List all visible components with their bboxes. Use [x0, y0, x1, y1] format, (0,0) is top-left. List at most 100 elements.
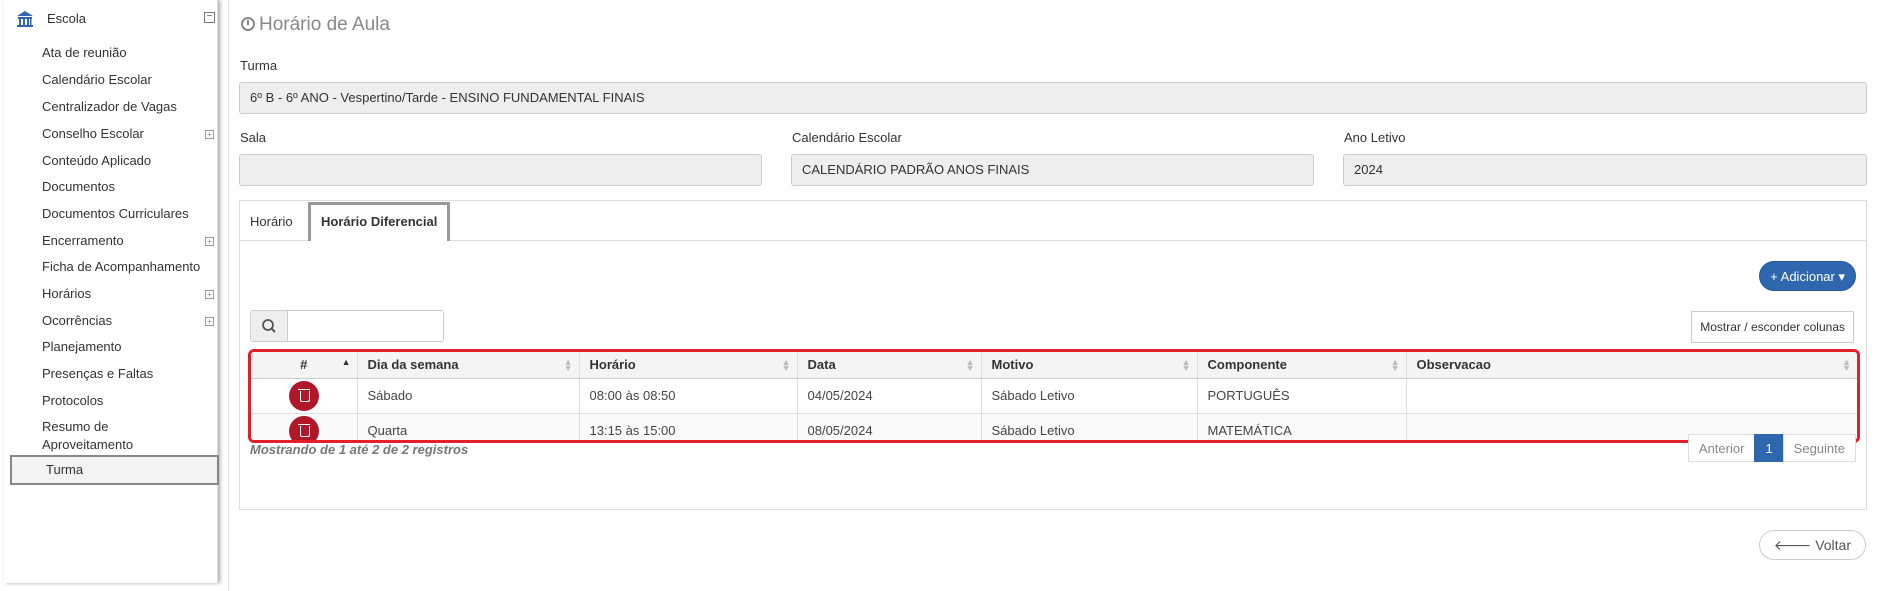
sidebar-item-label: Ficha de Acompanhamento [42, 259, 201, 274]
expand-icon[interactable]: + [205, 290, 214, 299]
sort-icon: ▲ ▼ [1181, 357, 1191, 373]
sidebar-item[interactable]: Resumo de Aproveitamento [42, 418, 142, 454]
column-header-horario[interactable]: Horário ▲ ▼ [579, 352, 798, 379]
sidebar-item[interactable]: Ata de reunião [42, 44, 214, 62]
sidebar-item[interactable]: Documentos Curriculares [42, 205, 214, 223]
sort-icon: ▲ ▼ [1842, 357, 1851, 373]
column-header-label: Horário [589, 357, 636, 373]
column-header-label: Data [807, 357, 836, 373]
sidebar-item-label: Protocolos [42, 393, 104, 408]
sidebar-item[interactable]: Conselho Escolar + [42, 125, 214, 143]
table-cell-data: 08/05/2024 [797, 413, 982, 440]
sidebar-item[interactable]: Encerramento + [42, 232, 214, 250]
sidebar-item[interactable]: Horários + [42, 285, 214, 303]
tab-bar: Horário Horário Diferencial [240, 201, 1866, 242]
tab-horario-diferencial[interactable]: Horário Diferencial [308, 202, 451, 242]
sidebar-item-label: Conteúdo Aplicado [42, 153, 152, 168]
sala-label: Sala [240, 130, 267, 145]
sidebar-item-label: Horários [42, 286, 92, 301]
sidebar-item[interactable]: Conteúdo Aplicado [42, 152, 214, 170]
sala-field[interactable] [239, 154, 762, 186]
column-header-label: Componente [1207, 357, 1287, 373]
column-header-data[interactable]: Data ▲ ▼ [797, 352, 982, 379]
sidebar-item-label: Planejamento [42, 339, 122, 354]
page-title-text: Horário de Aula [259, 14, 390, 35]
sidebar-item[interactable]: Documentos [42, 178, 214, 196]
column-header-label: Motivo [991, 357, 1034, 373]
sidebar-item-label: Documentos Curriculares [42, 206, 189, 221]
column-header-label: Observacao [1416, 357, 1491, 373]
sidebar-item[interactable]: Presenças e Faltas [42, 365, 214, 383]
sidebar-item-label: Documentos [42, 179, 115, 194]
records-info: Mostrando de 1 até 2 de 2 registros [250, 442, 469, 457]
search-group [250, 310, 444, 342]
sidebar-item-label: Presenças e Faltas [42, 366, 154, 381]
back-button[interactable]: 🡐 Voltar [1758, 530, 1866, 560]
pagination-page-1[interactable]: 1 [1754, 434, 1784, 462]
arrow-left-icon: 🡐 [1773, 537, 1812, 553]
column-header-dia[interactable]: Dia da semana ▲ ▼ [357, 352, 580, 379]
table-cell-componente: MATEMÁTICA [1197, 413, 1407, 440]
table-cell-dia: Quarta [357, 413, 580, 440]
sidebar-item[interactable]: Centralizador de Vagas [42, 98, 214, 116]
sidebar-item-label: Ata de reunião [42, 45, 127, 60]
toggle-columns-button[interactable]: Mostrar / esconder colunas [1691, 311, 1854, 343]
page-title: Horário de Aula [241, 14, 390, 36]
search-icon [251, 311, 288, 341]
sidebar-item-label: Resumo de Aproveitamento [42, 419, 134, 452]
sidebar-item-label: Conselho Escolar [42, 126, 144, 141]
sidebar-item[interactable]: Protocolos [42, 392, 214, 410]
sort-icon: ▲ ▼ [965, 357, 975, 373]
pagination-next[interactable]: Seguinte [1782, 434, 1856, 462]
clock-icon [241, 17, 255, 31]
turma-field[interactable]: 6º B - 6º ANO - Vespertino/Tarde - ENSIN… [239, 82, 1867, 114]
table-header-row: # ▲ Dia da semana ▲ ▼ Horário ▲ ▼ Data ▲ ▼ Moti… [251, 352, 1857, 379]
ano-letivo-field[interactable]: 2024 [1343, 154, 1867, 186]
school-building-icon [17, 11, 33, 27]
column-header-motivo[interactable]: Motivo ▲ ▼ [981, 352, 1198, 379]
table-cell-motivo: Sábado Letivo [981, 378, 1198, 414]
table-cell-dia: Sábado [357, 378, 580, 414]
collapse-icon[interactable]: − [204, 12, 215, 23]
expand-icon[interactable]: + [205, 130, 214, 139]
table-cell-componente: PORTUGUÊS [1197, 378, 1407, 414]
expand-icon[interactable]: + [205, 237, 214, 246]
column-header-label: Dia da semana [367, 357, 459, 373]
tab-content: + Adicionar ▾ Mostrar / esconder colunas… [240, 241, 1866, 509]
sidebar-item[interactable]: Calendário Escolar [42, 71, 214, 89]
sidebar-item-label: Encerramento [42, 233, 124, 248]
sidebar-item[interactable]: Ficha de Acompanhamento [42, 258, 214, 276]
back-button-label: Voltar [1815, 537, 1851, 553]
tab-horario[interactable]: Horário [240, 205, 303, 241]
search-input[interactable] [289, 311, 439, 341]
actions-cell [251, 413, 358, 440]
sidebar-title: Escola [47, 11, 87, 26]
table-cell-motivo: Sábado Letivo [981, 413, 1198, 440]
delete-trash-icon[interactable] [288, 415, 319, 440]
column-header-label: # [300, 357, 308, 373]
calendario-label: Calendário Escolar [792, 130, 902, 145]
pagination: Anterior 1 Seguinte [1687, 434, 1856, 462]
sort-icon: ▲ ▼ [781, 357, 791, 373]
expand-icon[interactable]: + [205, 317, 214, 326]
sidebar-item[interactable]: Ocorrências + [42, 312, 214, 330]
sort-asc-icon: ▲ [341, 357, 351, 367]
column-header-observacao[interactable]: Observacao ▲ ▼ [1406, 352, 1857, 379]
column-header-number[interactable]: # ▲ [251, 352, 358, 379]
actions-cell [251, 378, 358, 414]
turma-label: Turma [240, 58, 278, 73]
sidebar: Escola − Ata de reunião Calendário Escola… [4, 0, 219, 583]
table-cell-horario: 08:00 às 08:50 [579, 378, 798, 414]
delete-trash-icon[interactable] [288, 380, 319, 411]
table-row: Sábado 08:00 às 08:50 04/05/2024 Sábado Let… [251, 378, 1857, 414]
sidebar-item[interactable]: Turma [10, 455, 219, 485]
sidebar-item[interactable]: Planejamento [42, 338, 214, 356]
calendario-field[interactable]: CALENDÁRIO PADRÃO ANOS FINAIS [791, 154, 1314, 186]
pagination-previous[interactable]: Anterior [1687, 434, 1756, 462]
column-header-componente[interactable]: Componente ▲ ▼ [1197, 352, 1407, 379]
sidebar-header[interactable]: Escola − [10, 8, 215, 30]
add-button[interactable]: + Adicionar ▾ [1759, 261, 1856, 291]
sidebar-item-label: Turma [46, 462, 84, 477]
table-cell-data: 04/05/2024 [797, 378, 982, 414]
main-content: Horário de Aula Turma 6º B - 6º ANO - Ve… [228, 0, 1876, 591]
